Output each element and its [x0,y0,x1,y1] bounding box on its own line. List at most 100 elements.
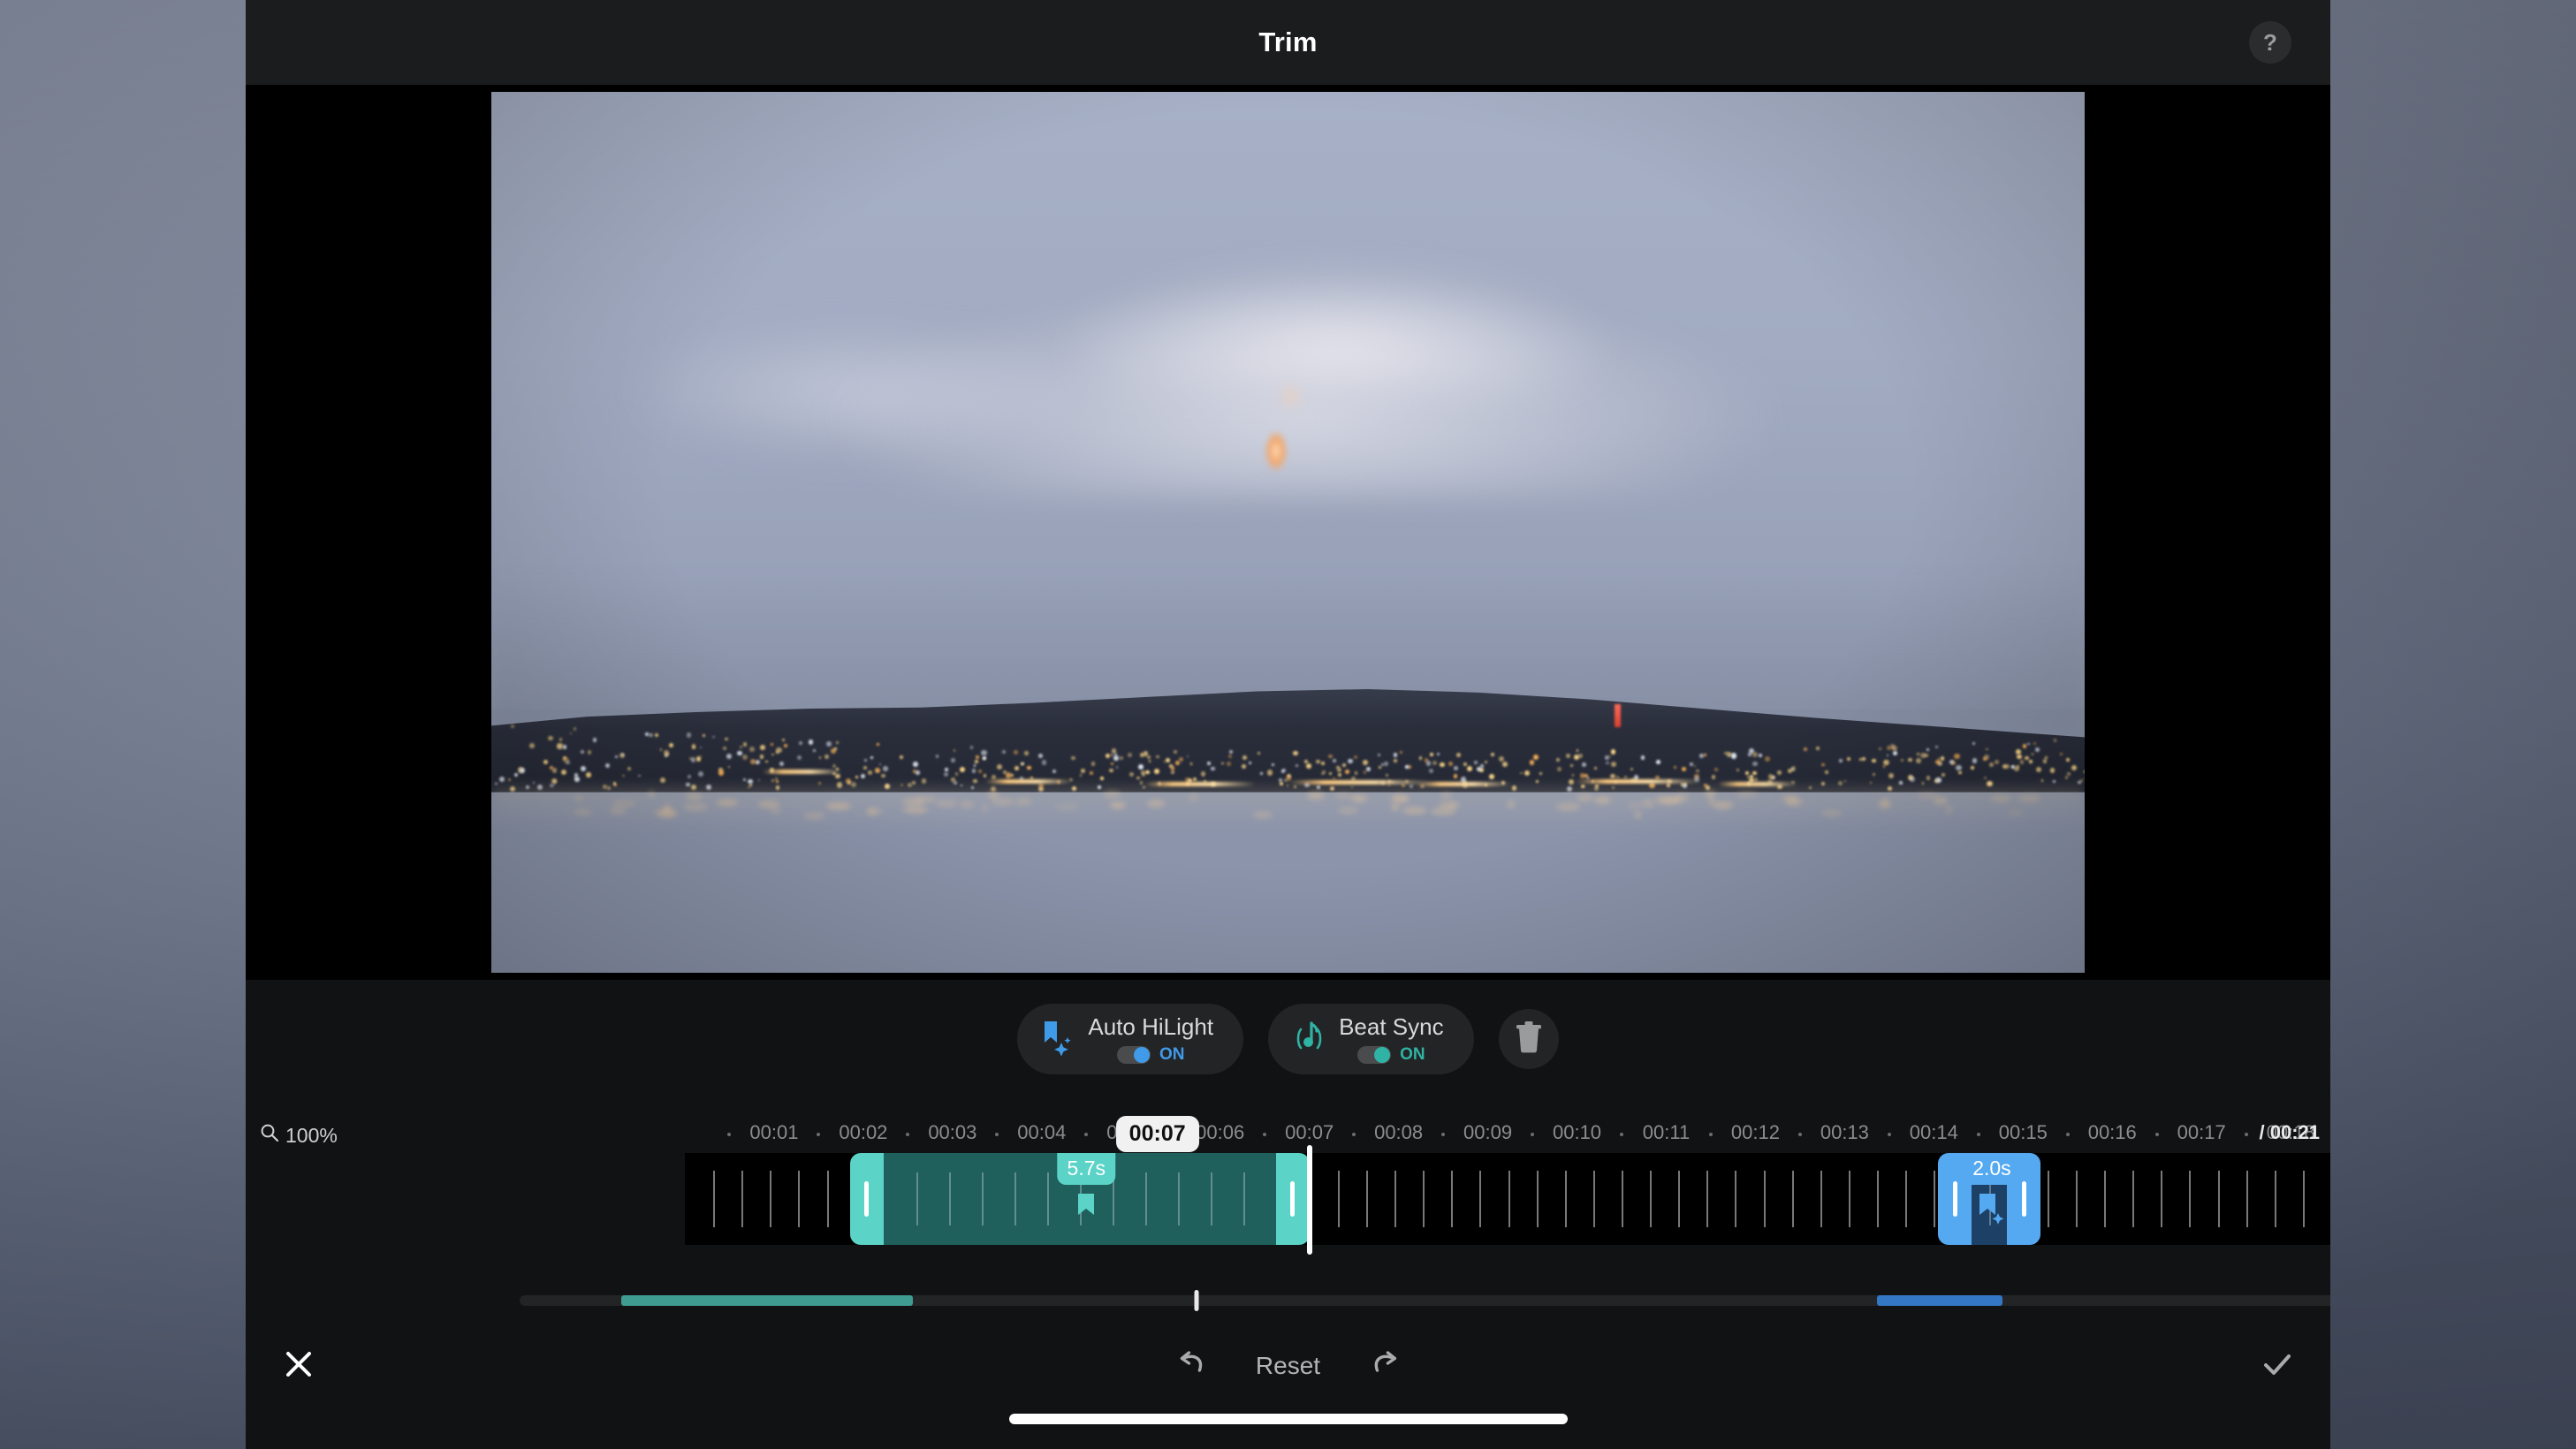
video-preview[interactable] [491,92,2085,973]
undo-arrow-icon [1173,1347,1208,1386]
clip-trim-handle-left[interactable] [850,1153,884,1245]
track-tick [1536,1171,1539,1227]
feature-toolbar: Auto HiLight ON Beat Sync ON [246,980,2330,1098]
ruler-tick-label: 00:12 [1730,1121,1780,1143]
redo-button[interactable] [1363,1343,1409,1389]
toggle-track [1357,1046,1392,1064]
zoom-level-label: 100% [285,1123,338,1147]
auto-hilight-toggle[interactable]: ON [1116,1045,1185,1065]
beat-sync-toggle[interactable]: ON [1357,1045,1425,1065]
timeline-minimap[interactable] [520,1290,2330,1311]
clip-tick [981,1172,984,1225]
beat-sync-button[interactable]: Beat Sync ON [1268,1004,1474,1074]
track-tick [1479,1171,1482,1227]
shield-sparkle-icon [1040,1018,1072,1061]
clip-tick [1144,1172,1147,1225]
track-tick [1763,1171,1766,1227]
beat-sync-toggle-state: ON [1400,1045,1425,1064]
clip-duration-badge: 5.7s [1057,1153,1116,1185]
timeline-track[interactable]: 5.7s 2.0s [685,1153,2330,1245]
track-tick [1678,1171,1681,1227]
clip-trim-handle-right[interactable] [1276,1153,1310,1245]
ruler-tick-label: 00:13 [1820,1121,1869,1143]
zoom-indicator[interactable]: 100% [260,1123,338,1148]
handle-grip [1952,1181,1957,1217]
track-tick [2189,1171,2192,1227]
clip-tick [948,1172,951,1225]
track-tick [713,1171,716,1227]
track-tick [1592,1171,1595,1227]
bottom-action-bar: Reset [246,1311,2330,1449]
ruler-tick-dot [727,1133,732,1136]
undo-button[interactable] [1167,1343,1213,1389]
delete-button[interactable] [1498,1009,1559,1069]
green-segment[interactable] [620,1295,913,1306]
ruler-tick-label: 00:15 [1998,1121,2048,1143]
minimap-playhead[interactable] [1194,1290,1199,1311]
track-tick [1508,1171,1510,1227]
track-tick [826,1171,829,1227]
preview-area [246,85,2330,980]
track-tick [1877,1171,1880,1227]
track-tick [1706,1171,1709,1227]
track-tick [2075,1171,2078,1227]
close-button[interactable] [269,1336,329,1396]
shield-icon[interactable] [1071,1192,1101,1232]
vignette [491,92,2085,973]
ruler-tick-label: 00:06 [1196,1121,1245,1143]
clip-tick [1177,1172,1180,1225]
ruler-tick-dot [817,1133,821,1136]
ruler-tick-dot [906,1133,910,1136]
ruler-tick-label: 00:10 [1552,1121,1602,1143]
ruler-ticks: 00:0100:0200:0300:0400:0500:0600:0700:08… [398,1116,2315,1155]
auto-hilight-button[interactable]: Auto HiLight ON [1017,1004,1244,1074]
ruler-tick-dot [1797,1133,1802,1136]
help-button[interactable]: ? [2249,21,2291,64]
app-header: Trim ? [246,0,2330,85]
track-tick [1848,1171,1850,1227]
ruler-tick-label: 00:14 [1909,1121,1958,1143]
track-tick [1564,1171,1567,1227]
track-tick [1820,1171,1822,1227]
ruler-tick-label: 00:08 [1374,1121,1424,1143]
blue-segment[interactable] [1876,1295,2002,1306]
ruler-tick-label: 00:03 [928,1121,977,1143]
confirm-button[interactable] [2247,1336,2307,1396]
track-tick [2161,1171,2163,1227]
beat-sync-label: Beat Sync [1339,1013,1444,1040]
handle-grip [864,1181,870,1217]
playhead-time-badge[interactable]: 00:07 [1115,1116,1199,1152]
ruler-tick-dot [1708,1133,1713,1136]
ruler-tick-dot [1084,1133,1089,1136]
timeline-ruler: 100% 00:0100:0200:0300:0400:0500:0600:07… [246,1116,2330,1155]
track-tick [2217,1171,2220,1227]
trim-editor-window: Trim ? Auto HiLight ON Beat Sync ON 100%… [246,0,2330,1449]
playhead-line[interactable] [1306,1145,1312,1255]
ruler-tick-dot [2244,1133,2248,1136]
toggle-track [1116,1046,1151,1064]
ruler-tick-label: 00:01 [749,1121,799,1143]
ruler-tick-label: 00:09 [1463,1121,1513,1143]
auto-hilight-toggle-state: ON [1159,1045,1185,1064]
clip-tick [1210,1172,1212,1225]
toggle-knob [1374,1047,1391,1063]
track-tick [2047,1171,2049,1227]
toggle-knob [1133,1047,1150,1063]
track-tick [1650,1171,1653,1227]
ruler-tick-dot [1263,1133,1267,1136]
ruler-tick-label: 00:16 [2087,1121,2137,1143]
clip-duration-badge: 2.0s [1963,1153,2021,1185]
ruler-tick-dot [1887,1133,1891,1136]
auto-hilight-label: Auto HiLight [1088,1013,1214,1040]
question-mark-icon: ? [2263,28,2277,56]
track-tick [1423,1171,1425,1227]
ruler-tick-label: 00:17 [2177,1121,2226,1143]
shield-sparkle-icon[interactable] [1977,1192,2007,1232]
clip-tick [1242,1172,1245,1225]
track-tick [1791,1171,1794,1227]
track-tick [741,1171,744,1227]
ruler-tick-dot [2065,1133,2070,1136]
ruler-tick-label: 00:04 [1017,1121,1067,1143]
reset-button[interactable]: Reset [1256,1352,1320,1380]
redo-arrow-icon [1368,1347,1403,1386]
